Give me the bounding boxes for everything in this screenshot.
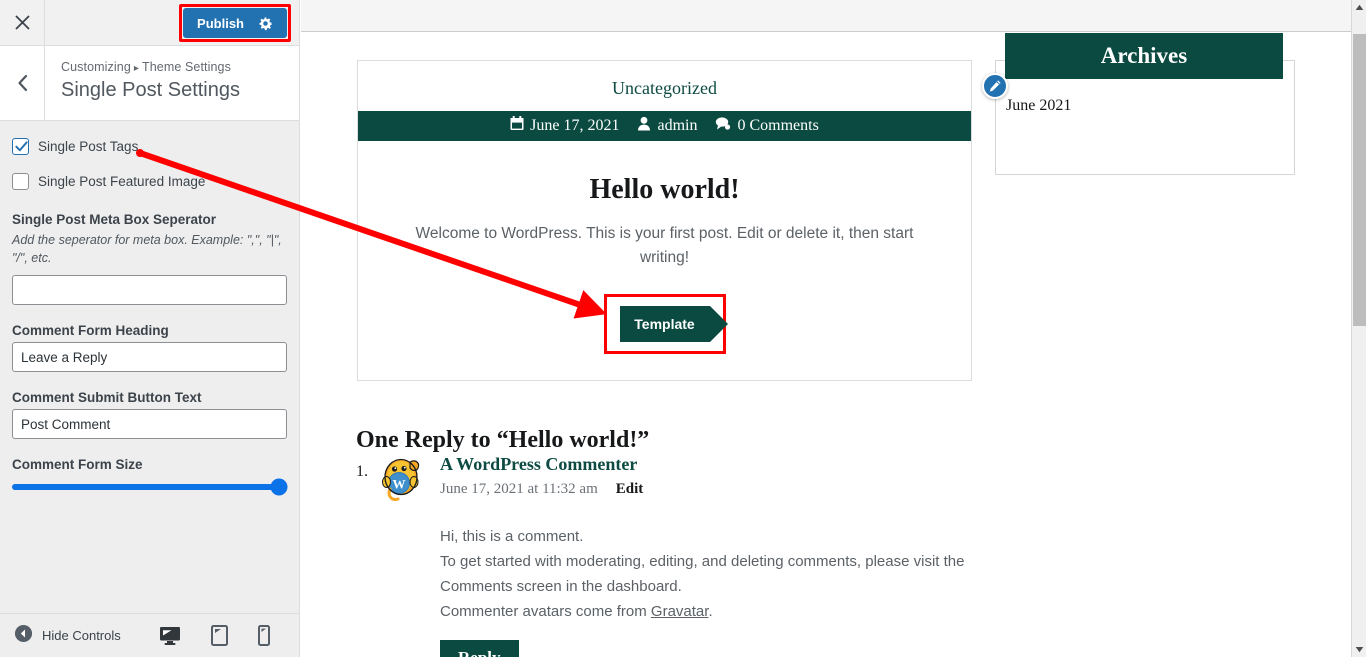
scroll-down-arrow-icon[interactable]	[1352, 642, 1366, 657]
comment-submit-button-text-input[interactable]	[12, 409, 287, 440]
customizer-section-header: Customizing ▸ Theme Settings Single Post S…	[0, 46, 299, 121]
user-icon	[637, 116, 651, 136]
gravatar-link[interactable]: Gravatar	[651, 603, 709, 620]
post-comment-count-label: 0 Comments	[737, 117, 819, 134]
comment-form-size-slider[interactable]	[12, 478, 288, 496]
breadcrumb-separator-icon: ▸	[133, 63, 139, 74]
preview-body: Uncategorized June 17, 2021 admin 0 Comm…	[301, 32, 1351, 657]
calendar-icon	[510, 116, 524, 136]
hide-controls-button[interactable]: Hide Controls	[0, 624, 121, 648]
pencil-edit-icon[interactable]	[982, 73, 1008, 99]
publish-button-label: Publish	[197, 15, 244, 31]
customizer-sidebar: Publish Customizing ▸ Theme Settings Sin…	[0, 0, 300, 657]
chevron-left-icon[interactable]	[0, 46, 45, 120]
meta-separator-input[interactable]	[12, 275, 287, 306]
single-post-featured-image-label[interactable]: Single Post Featured Image	[38, 174, 205, 189]
control-single-post-featured-image[interactable]: Single Post Featured Image	[12, 173, 287, 190]
comment-text-line-3-post: .	[708, 603, 713, 621]
post-card: Uncategorized June 17, 2021 admin 0 Comm…	[357, 60, 972, 381]
comment-ordinal: 1.	[356, 463, 368, 480]
mobile-icon[interactable]	[257, 625, 270, 646]
customizer-footer: Hide Controls	[0, 613, 299, 657]
post-meta-bar: June 17, 2021 admin 0 Comments	[358, 111, 971, 141]
desktop-icon[interactable]	[159, 626, 181, 646]
post-author-label[interactable]: admin	[657, 117, 697, 135]
comment-form-heading-title: Comment Form Heading	[12, 323, 169, 339]
wapuu-avatar-icon: W	[378, 454, 424, 657]
customizer-screen: Publish Customizing ▸ Theme Settings Sin…	[0, 0, 1366, 657]
post-category[interactable]: Uncategorized	[358, 61, 971, 111]
comment-text-line-3: Commenter avatars come from Gravatar.	[440, 599, 980, 624]
comment-text: Hi, this is a comment. To get started wi…	[440, 524, 980, 624]
single-post-tags-checkbox[interactable]	[12, 138, 29, 155]
comment-icon	[715, 116, 731, 136]
page-title: Single Post Settings	[61, 79, 240, 101]
control-single-post-tags[interactable]: Single Post Tags	[12, 138, 287, 155]
post-excerpt: Welcome to WordPress. This is your first…	[415, 224, 914, 266]
post-date: June 17, 2021	[510, 116, 619, 136]
single-post-tags-label[interactable]: Single Post Tags	[38, 139, 138, 154]
preview-topbar	[301, 0, 1351, 32]
comment-text-line-1: Hi, this is a comment.	[440, 528, 584, 545]
svg-text:W: W	[393, 477, 406, 492]
post-date-label: June 17, 2021	[530, 117, 620, 134]
customizer-header: Publish	[0, 0, 299, 46]
comment-edit-link[interactable]: Edit	[616, 481, 644, 498]
hide-controls-label: Hide Controls	[42, 628, 121, 643]
breadcrumb: Customizing ▸ Theme Settings	[61, 60, 285, 74]
collapse-left-icon	[14, 624, 33, 648]
comment-meta: June 17, 2021 at 11:32 am Edit	[440, 481, 980, 498]
close-icon[interactable]	[0, 0, 45, 45]
archives-widget-item[interactable]: June 2021	[1006, 97, 1294, 115]
comment-submit-button-text-title: Comment Submit Button Text	[12, 390, 202, 406]
comment-author[interactable]: A WordPress Commenter	[440, 454, 980, 475]
comment-form-heading-input[interactable]	[12, 342, 287, 373]
tablet-icon[interactable]	[210, 625, 228, 646]
scrollbar-thumb[interactable]	[1353, 34, 1366, 326]
publish-button[interactable]: Publish	[183, 8, 287, 38]
comment-form-size-title: Comment Form Size	[12, 457, 143, 473]
comment-text-line-2: To get started with moderating, editing,…	[440, 553, 965, 596]
comment-date[interactable]: June 17, 2021 at 11:32 am	[440, 481, 598, 498]
template-button-highlight-box: Template	[603, 293, 728, 354]
control-comment-form-size: Comment Form Size	[12, 457, 288, 496]
reply-button[interactable]: Reply	[440, 640, 519, 657]
archives-widget-title: Archives	[1005, 33, 1283, 79]
customizer-controls: Single Post Tags Single Post Featured Im…	[0, 122, 299, 613]
list-item: 1. W A WordPress Commenter June 17, 2021…	[356, 454, 996, 657]
page-scrollbar[interactable]	[1351, 0, 1366, 657]
breadcrumb-root[interactable]: Customizing	[61, 60, 131, 74]
template-button[interactable]: Template	[619, 305, 728, 342]
comment-form-size-slider-thumb[interactable]	[270, 478, 288, 496]
post-title[interactable]: Hello world!	[358, 174, 971, 206]
site-preview: Uncategorized June 17, 2021 admin 0 Comm…	[301, 0, 1351, 657]
single-post-featured-image-checkbox[interactable]	[12, 173, 29, 190]
control-meta-separator: Single Post Meta Box Seperator Add the s…	[12, 212, 287, 306]
meta-separator-description: Add the seperator for meta box. Example:…	[12, 233, 282, 266]
post-author: admin	[637, 116, 697, 136]
control-comment-form-heading: Comment Form Heading	[12, 323, 287, 373]
comment-list: 1. W A WordPress Commenter June 17, 2021…	[356, 454, 996, 657]
post-comment-count: 0 Comments	[715, 116, 819, 136]
sidebar-widget-area: Archives June 2021	[982, 33, 1295, 175]
meta-separator-title: Single Post Meta Box Seperator	[12, 212, 217, 227]
device-preview-switcher	[159, 625, 270, 646]
breadcrumb-parent[interactable]: Theme Settings	[142, 60, 231, 74]
publish-highlight-box: Publish	[179, 4, 291, 42]
comments-heading: One Reply to “Hello world!”	[356, 426, 650, 453]
control-comment-submit-button-text: Comment Submit Button Text	[12, 390, 287, 440]
comment-text-line-3-pre: Commenter avatars come from	[440, 603, 651, 621]
gear-icon[interactable]	[258, 16, 273, 31]
archives-widget: Archives June 2021	[982, 33, 1295, 175]
scroll-up-arrow-icon[interactable]	[1352, 0, 1366, 15]
